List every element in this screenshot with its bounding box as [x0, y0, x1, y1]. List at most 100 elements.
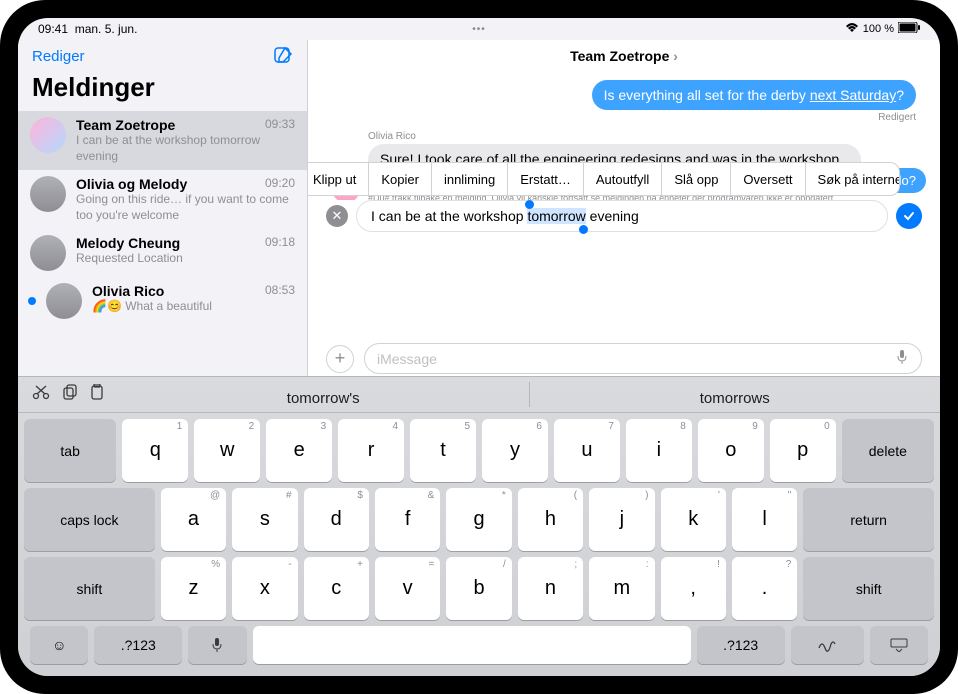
context-menu-item[interactable]: Kopier	[369, 163, 432, 195]
add-attachment-button[interactable]: +	[326, 345, 354, 373]
conversation-list: Team Zoetrope 09:33I can be at the worksh…	[18, 111, 307, 376]
key-u[interactable]: 7u	[554, 419, 620, 482]
key-numbers-left[interactable]: .?123	[94, 626, 182, 664]
conversation-time: 09:18	[265, 235, 295, 251]
key-capslock[interactable]: caps lock	[24, 488, 155, 551]
dictate-icon[interactable]	[895, 349, 909, 368]
key-delete[interactable]: delete	[842, 419, 934, 482]
key-r[interactable]: 4r	[338, 419, 404, 482]
key-,[interactable]: !,	[661, 557, 726, 620]
edit-text-field[interactable]: I can be at the workshop tomorrow evenin…	[356, 200, 888, 232]
key-z[interactable]: %z	[161, 557, 226, 620]
context-menu-item[interactable]: Oversett	[731, 163, 805, 195]
key-w[interactable]: 2w	[194, 419, 260, 482]
wifi-icon	[845, 23, 859, 36]
suggestion-1[interactable]: tomorrow's	[118, 382, 530, 407]
conversation-item[interactable]: Olivia og Melody 09:20Going on this ride……	[18, 170, 307, 229]
key-shift-right[interactable]: shift	[803, 557, 934, 620]
compose-field[interactable]: iMessage	[364, 343, 922, 374]
paste-icon[interactable]	[90, 384, 104, 405]
context-menu-item[interactable]: Autoutfyll	[584, 163, 662, 195]
conversation-name: Olivia og Melody	[76, 176, 187, 192]
multitask-dots[interactable]: •••	[472, 24, 486, 35]
context-menu-item[interactable]: Søk på internett	[806, 163, 900, 195]
unread-dot	[28, 297, 36, 305]
compose-row: + iMessage	[326, 343, 922, 374]
key-e[interactable]: 3e	[266, 419, 332, 482]
key-q[interactable]: 1q	[122, 419, 188, 482]
avatar	[46, 283, 82, 319]
key-emoji[interactable]: ☺	[30, 626, 88, 664]
edit-button[interactable]: Rediger	[32, 48, 85, 65]
key-v[interactable]: =v	[375, 557, 440, 620]
confirm-edit-button[interactable]	[896, 203, 922, 229]
key-y[interactable]: 6y	[482, 419, 548, 482]
context-menu-item[interactable]: innliming	[432, 163, 508, 195]
conversation-name: Melody Cheung	[76, 235, 180, 251]
edit-message-row: ✕ I can be at the workshop tomorrow even…	[326, 200, 922, 232]
conversation-time: 09:33	[265, 117, 295, 133]
status-right: 100 %	[845, 22, 920, 36]
sidebar: Rediger Meldinger Team Zoetrope 09:33I ca…	[18, 40, 308, 376]
status-time: 09:41 man. 5. jun.	[38, 22, 137, 36]
key-numbers-right[interactable]: .?123	[697, 626, 785, 664]
key-o[interactable]: 9o	[698, 419, 764, 482]
context-menu-item[interactable]: Klipp ut	[308, 163, 369, 195]
key-n[interactable]: ;n	[518, 557, 583, 620]
key-i[interactable]: 8i	[626, 419, 692, 482]
key-g[interactable]: *g	[446, 488, 511, 551]
avatar	[30, 235, 66, 271]
key-f[interactable]: &f	[375, 488, 440, 551]
context-menu-item[interactable]: Erstatt…	[508, 163, 584, 195]
key-handwriting[interactable]	[791, 626, 864, 664]
key-k[interactable]: 'k	[661, 488, 726, 551]
key-t[interactable]: 5t	[410, 419, 476, 482]
context-menu-item[interactable]: Slå opp	[662, 163, 731, 195]
conversation-name: Team Zoetrope	[76, 117, 175, 133]
conversation-preview: Requested Location	[76, 251, 295, 267]
key-d[interactable]: $d	[304, 488, 369, 551]
conversation-preview: Going on this ride… if you want to come …	[76, 192, 295, 223]
key-j[interactable]: )j	[589, 488, 654, 551]
key-p[interactable]: 0p	[770, 419, 836, 482]
screen: 09:41 man. 5. jun. ••• 100 % Rediger Mel…	[18, 18, 940, 676]
ipad-frame: 09:41 man. 5. jun. ••• 100 % Rediger Mel…	[0, 0, 958, 694]
key-a[interactable]: @a	[161, 488, 226, 551]
key-shift-left[interactable]: shift	[24, 557, 155, 620]
key-dictate[interactable]	[188, 626, 246, 664]
key-c[interactable]: +c	[304, 557, 369, 620]
battery-icon	[898, 22, 920, 36]
sidebar-title: Meldinger	[18, 70, 307, 111]
key-space[interactable]	[253, 626, 691, 664]
conversation-preview: I can be at the workshop tomorrow evenin…	[76, 133, 295, 164]
key-l[interactable]: "l	[732, 488, 797, 551]
key-h[interactable]: (h	[518, 488, 583, 551]
chat-pane: Team Zoetrope › Is everything all set fo…	[308, 40, 940, 376]
status-bar: 09:41 man. 5. jun. ••• 100 %	[18, 18, 940, 40]
cancel-edit-button[interactable]: ✕	[326, 205, 348, 227]
chat-title[interactable]: Team Zoetrope ›	[308, 40, 940, 72]
key-return[interactable]: return	[803, 488, 934, 551]
conversation-time: 08:53	[265, 283, 295, 299]
conversation-time: 09:20	[265, 176, 295, 192]
key-m[interactable]: :m	[589, 557, 654, 620]
conversation-item[interactable]: Melody Cheung 09:18Requested Location	[18, 229, 307, 277]
key-x[interactable]: -x	[232, 557, 297, 620]
copy-icon[interactable]	[62, 384, 78, 405]
conversation-item[interactable]: Olivia Rico 08:53🌈😊 What a beautiful	[18, 277, 307, 325]
cut-icon[interactable]	[32, 384, 50, 405]
conversation-preview: 🌈😊 What a beautiful	[92, 299, 295, 315]
avatar	[30, 117, 66, 153]
key-tab[interactable]: tab	[24, 419, 116, 482]
text-context-menu: Klipp utKopierinnlimingErstatt…Autoutfyl…	[308, 162, 900, 196]
keyboard: tomorrow's tomorrows tab 1q2w3e4r5t6y7u8…	[18, 376, 940, 676]
key-b[interactable]: /b	[446, 557, 511, 620]
conversation-item[interactable]: Team Zoetrope 09:33I can be at the worksh…	[18, 111, 307, 170]
key-.[interactable]: ?.	[732, 557, 797, 620]
conversation-name: Olivia Rico	[92, 283, 164, 299]
key-hide-keyboard[interactable]	[870, 626, 928, 664]
compose-icon[interactable]	[273, 46, 293, 66]
suggestion-2[interactable]: tomorrows	[530, 382, 941, 407]
outgoing-message[interactable]: Is everything all set for the derby next…	[592, 80, 916, 123]
key-s[interactable]: #s	[232, 488, 297, 551]
